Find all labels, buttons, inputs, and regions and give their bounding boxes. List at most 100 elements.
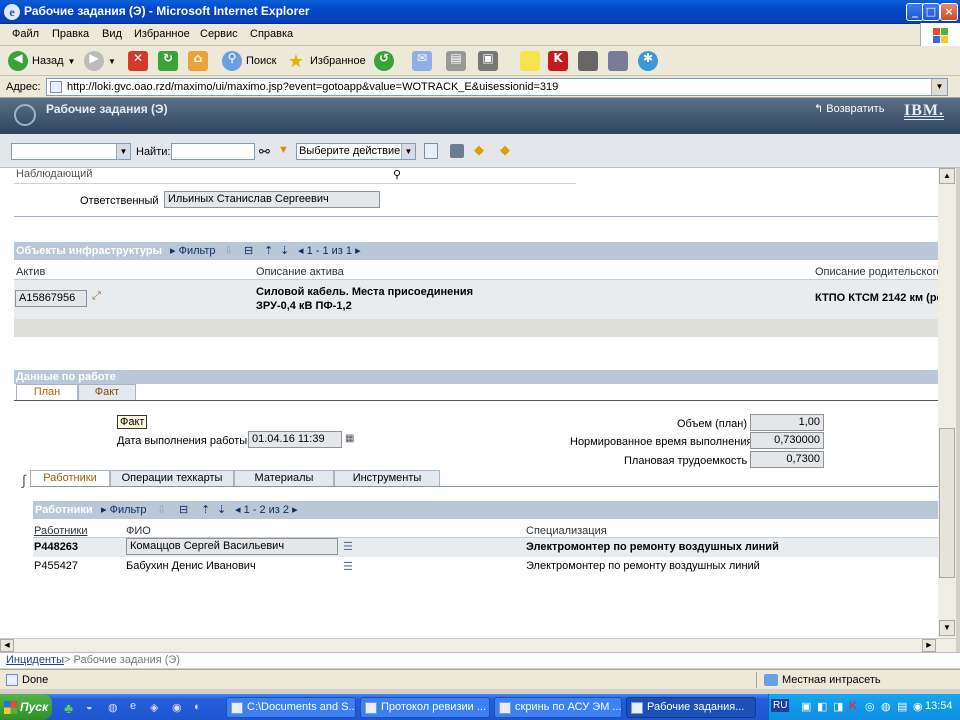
close-button[interactable]: × [940, 3, 958, 21]
stop-button[interactable]: ✕ [128, 49, 148, 73]
first-page-icon[interactable]: ⊟ [179, 501, 188, 519]
scroll-down-icon[interactable]: ▼ [939, 620, 955, 636]
quicklaunch-icon[interactable]: ◉ [172, 701, 182, 714]
tool-button-2[interactable] [608, 49, 628, 73]
labor-field[interactable]: 0,7300 [750, 451, 824, 468]
search-button[interactable]: ⚲ Поиск [222, 49, 276, 73]
maximize-button[interactable]: □ [922, 3, 940, 21]
task-word-screens[interactable]: скринь по АСУ ЭМ ... [494, 697, 622, 718]
menu-file[interactable]: Файл [12, 28, 39, 40]
tray-icon[interactable]: ▤ [897, 700, 907, 713]
page-up-icon[interactable]: ⇡ [264, 242, 273, 260]
scrollbar-thumb[interactable] [939, 428, 955, 578]
task-word-protocol[interactable]: Протокол ревизии ... [360, 697, 490, 718]
detail-menu-icon[interactable]: ☰ [343, 560, 353, 573]
return-link[interactable]: ↰ Возвратить [814, 102, 884, 115]
quicklaunch-icon[interactable]: ◒ [86, 701, 93, 713]
address-input[interactable]: http://loki.gvc.oao.rzd/maximo/ui/maximo… [46, 78, 948, 96]
breadcrumb-link-incidents[interactable]: Инциденты [6, 654, 64, 666]
tray-icon[interactable]: ▣ [801, 700, 811, 713]
ie-icon [631, 702, 643, 714]
volume-field[interactable]: 1,00 [750, 414, 824, 431]
subtab-materials[interactable]: Материалы [234, 470, 334, 486]
worker-name-field[interactable]: Комаццов Сергей Васильевич [126, 538, 338, 555]
new-record-icon[interactable] [424, 143, 438, 159]
responsible-field[interactable]: Ильиных Станислав Сергеевич [164, 191, 380, 208]
forward-button[interactable]: ▶ ▼ [84, 49, 116, 73]
scroll-right-icon[interactable]: ▶ [922, 639, 936, 652]
horizontal-scrollbar[interactable]: ◀ ▶ [0, 638, 956, 652]
subtab-tools[interactable]: Инструменты [334, 470, 440, 486]
task-ie-work-orders[interactable]: Рабочие задания... [626, 697, 756, 718]
download-icon[interactable]: ⇩ [157, 501, 166, 519]
menu-favorites[interactable]: Избранное [134, 28, 190, 40]
next-record-icon[interactable]: ◆ [500, 142, 510, 158]
quicklaunch-tree-icon[interactable]: ♣ [64, 700, 73, 716]
detail-menu-icon[interactable]: ☰ [343, 540, 353, 553]
tray-icon[interactable]: ◍ [881, 700, 891, 713]
tab-plan[interactable]: План [16, 384, 78, 400]
col-worker[interactable]: Работники [34, 525, 87, 537]
print-button[interactable]: ▤ [446, 49, 466, 73]
workers-filter-link[interactable]: ▸ Фильтр [101, 501, 147, 519]
menu-tools[interactable]: Сервис [200, 28, 238, 40]
messenger-button[interactable]: ✱ [638, 49, 658, 73]
execution-date-field[interactable]: 01.04.16 11:39 [248, 431, 342, 448]
go-to-asset-icon[interactable]: ⤢ [92, 290, 101, 303]
favorites-button[interactable]: ★ Избранное [286, 49, 366, 73]
forward-arrow-icon: ▶ [84, 51, 104, 71]
notes-button[interactable] [520, 49, 540, 73]
page-up-icon[interactable]: ⇡ [201, 501, 210, 519]
scroll-left-icon[interactable]: ◀ [0, 639, 14, 652]
save-icon[interactable] [450, 144, 464, 158]
assets-filter-link[interactable]: ▸ Фильтр [170, 242, 216, 260]
mail-button[interactable]: ✉ [412, 49, 432, 73]
refresh-button[interactable]: ↻ [158, 49, 178, 73]
calendar-icon[interactable]: ▦ [345, 433, 354, 444]
norm-time-field[interactable]: 0,730000 [750, 432, 824, 449]
kaspersky-button[interactable]: K [548, 49, 568, 73]
page-done-icon [6, 674, 18, 686]
subtab-workers[interactable]: Работники [30, 470, 110, 486]
tray-icon[interactable]: ◎ [865, 700, 875, 713]
download-icon[interactable]: ⇩ [224, 242, 233, 260]
binoculars-icon[interactable]: ⚯ [259, 144, 270, 160]
edit-button[interactable]: ▣ [478, 49, 498, 73]
lookup-magnifier-icon[interactable]: ⚲ [393, 168, 401, 181]
menu-view[interactable]: Вид [102, 28, 122, 40]
task-explorer[interactable]: C:\Documents and S... [226, 697, 356, 718]
execution-date-label: Дата выполнения работы [117, 435, 248, 447]
kaspersky-tray-icon[interactable]: K [849, 700, 857, 712]
scroll-up-icon[interactable]: ▲ [939, 168, 955, 184]
page-down-icon[interactable]: ⇣ [280, 242, 289, 260]
tray-icon[interactable]: ◉ [913, 700, 923, 713]
tool-button-1[interactable] [578, 49, 598, 73]
quicklaunch-icon[interactable]: ◍ [108, 701, 118, 714]
quicklaunch-icon[interactable]: ◐ [194, 701, 201, 713]
find-input[interactable] [171, 143, 255, 160]
first-page-icon[interactable]: ⊟ [244, 242, 253, 260]
previous-record-icon[interactable]: ◆ [474, 142, 484, 158]
address-dropdown-button[interactable]: ▼ [931, 79, 947, 95]
action-select[interactable]: Выберите действие ▼ [296, 143, 416, 160]
dropdown-arrow-icon[interactable]: ▼ [278, 144, 289, 156]
tab-fact[interactable]: Факт [78, 384, 136, 400]
tray-icon[interactable]: ◨ [833, 700, 843, 713]
tray-icon[interactable]: ◧ [817, 700, 827, 713]
menu-help[interactable]: Справка [250, 28, 293, 40]
subtab-operations[interactable]: Операции техкарты [110, 470, 234, 486]
home-button[interactable]: ⌂ [188, 49, 208, 73]
page-down-icon[interactable]: ⇣ [217, 501, 226, 519]
quicklaunch-icon[interactable]: ◈ [150, 701, 158, 714]
query-select[interactable]: ▼ [11, 143, 131, 160]
history-button[interactable]: ↺ [374, 49, 394, 73]
table-row[interactable] [14, 279, 938, 319]
quicklaunch-ie-icon[interactable]: e [130, 700, 136, 712]
asset-field[interactable]: A15867956 [15, 290, 87, 307]
language-indicator[interactable]: RU [771, 699, 790, 712]
back-button[interactable]: ◀ Назад ▼ [8, 49, 75, 73]
start-button[interactable]: Пуск [0, 694, 52, 720]
address-url: http://loki.gvc.oao.rzd/maximo/ui/maximo… [67, 81, 559, 93]
menu-edit[interactable]: Правка [52, 28, 89, 40]
vertical-scrollbar[interactable]: ▲ ▼ [938, 168, 956, 638]
